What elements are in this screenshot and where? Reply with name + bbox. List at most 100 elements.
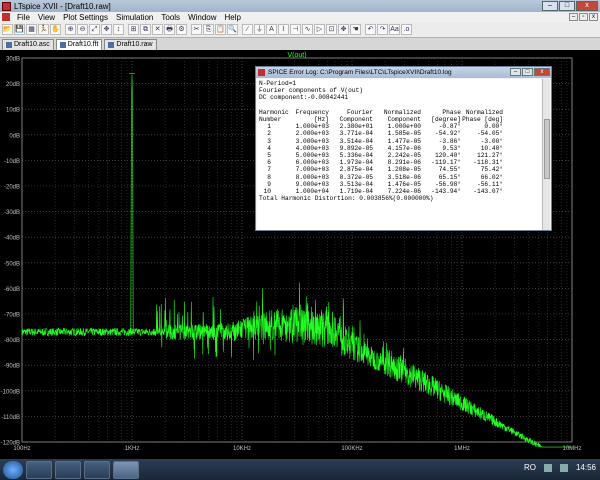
run-icon[interactable]: 🏃: [38, 24, 49, 35]
pan-icon[interactable]: ✥: [101, 24, 112, 35]
cascade-icon[interactable]: ⧉: [140, 24, 151, 35]
diode-icon[interactable]: ▷: [314, 24, 325, 35]
clock[interactable]: 14:56: [576, 463, 596, 472]
log-cell: 2.000e+03: [295, 130, 329, 138]
menu-tools[interactable]: Tools: [157, 13, 184, 22]
inductor-icon[interactable]: ∿: [302, 24, 313, 35]
spice-error-log-window[interactable]: SPICE Error Log: C:\Program Files\LTC\LT…: [255, 66, 552, 231]
log-harmonic-row: 7 7.000e+03 2.875e-04 1.208e-05 74.55° 75.42°: [259, 166, 541, 173]
text-icon[interactable]: Aa: [389, 24, 400, 35]
log-cell: 3.000e+03: [295, 137, 329, 145]
control-panel-icon[interactable]: ▦: [26, 24, 37, 35]
save-icon[interactable]: 💾: [14, 24, 25, 35]
autorange-icon[interactable]: ↕: [113, 24, 124, 35]
close-button[interactable]: x: [576, 1, 598, 11]
zoom-fit-icon[interactable]: ⤢: [89, 24, 100, 35]
menu-plot-settings[interactable]: Plot Settings: [59, 13, 112, 22]
y-tick-label: -70dB: [4, 313, 20, 319]
menu-view[interactable]: View: [34, 13, 59, 22]
find-icon[interactable]: 🔍: [227, 24, 238, 35]
resistor-icon[interactable]: ⌇: [278, 24, 289, 35]
taskbar-media-button[interactable]: [84, 460, 110, 479]
log-cell: -54.92°: [435, 130, 461, 138]
system-tray: RO 14:56: [524, 463, 596, 472]
volume-icon[interactable]: [559, 463, 568, 472]
language-indicator[interactable]: RO: [524, 463, 536, 472]
log-cell: -3.86°: [438, 137, 461, 145]
mdi-close-button[interactable]: x: [589, 13, 598, 21]
start-button[interactable]: [3, 460, 23, 479]
log-cell: 65.15°: [438, 173, 461, 181]
drag-icon[interactable]: ☚: [350, 24, 361, 35]
label-icon[interactable]: A: [266, 24, 277, 35]
y-tick-label: 0dB: [9, 133, 20, 139]
taskbar-ltspice-button[interactable]: [113, 460, 139, 479]
ground-icon[interactable]: ⏚: [254, 24, 265, 35]
taskbar-ie-button[interactable]: [26, 460, 52, 479]
menu-help[interactable]: Help: [221, 13, 245, 22]
zoom-out-icon[interactable]: ⊖: [77, 24, 88, 35]
mdi-restore-button[interactable]: ▫: [579, 13, 588, 21]
paste-icon[interactable]: 📋: [215, 24, 226, 35]
log-harmonic-row: 9 9.000e+03 3.513e-04 1.476e-05 -56.98° -56.1…: [259, 181, 541, 188]
log-cell: 1.719e-04: [339, 188, 373, 196]
tab-draft10-raw[interactable]: Draft10.raw: [104, 39, 157, 50]
redo-icon[interactable]: ↷: [377, 24, 388, 35]
print-icon[interactable]: 🖶: [164, 24, 175, 35]
log-cell: 75.42°: [480, 166, 503, 174]
close-icon[interactable]: ✕: [152, 24, 163, 35]
log-cell: 4.157e-06: [387, 144, 421, 152]
log-harmonic-row: 8 8.000e+03 8.372e-05 3.518e-06 65.15° 66.02°: [259, 174, 541, 181]
y-tick-label: -100dB: [1, 389, 20, 395]
tab-draft10-fft[interactable]: Draft10.fft: [55, 39, 103, 50]
error-log-maximize-button[interactable]: □: [522, 68, 533, 76]
log-cell: 3.514e-04: [339, 137, 373, 145]
error-log-minimize-button[interactable]: –: [510, 68, 521, 76]
wire-icon[interactable]: ∕: [242, 24, 253, 35]
setup-icon[interactable]: ⚙: [176, 24, 187, 35]
log-cell: -56.11°: [477, 180, 503, 188]
component-icon[interactable]: ⊡: [326, 24, 337, 35]
log-cell: 9.892e-05: [339, 144, 373, 152]
zoom-in-icon[interactable]: ⊕: [65, 24, 76, 35]
waveform-icon: [59, 42, 66, 48]
undo-icon[interactable]: ↶: [365, 24, 376, 35]
document-icon[interactable]: [2, 13, 10, 21]
y-tick-label: -90dB: [4, 364, 20, 370]
open-icon[interactable]: 📂: [2, 24, 13, 35]
log-harmonic-row: 4 4.000e+03 9.892e-05 4.157e-06 9.53° 10.40°: [259, 145, 541, 152]
minimize-button[interactable]: –: [542, 1, 558, 11]
tab-draft10-asc[interactable]: Draft10.asc: [2, 39, 54, 50]
cut-icon[interactable]: ✂: [191, 24, 202, 35]
error-log-titlebar[interactable]: SPICE Error Log: C:\Program Files\LTC\LT…: [256, 67, 551, 78]
taskbar-explorer-button[interactable]: [55, 460, 81, 479]
menu-file[interactable]: File: [13, 13, 34, 22]
log-cell: Phase [deg]: [462, 116, 503, 124]
halt-icon[interactable]: ✋: [50, 24, 61, 35]
y-tick-label: 30dB: [6, 57, 20, 63]
menu-bar: File View Plot Settings Simulation Tools…: [0, 12, 600, 22]
error-log-close-button[interactable]: x: [534, 68, 550, 76]
tile-icon[interactable]: ⊞: [128, 24, 139, 35]
log-cell: Frequency: [295, 108, 329, 116]
log-cell: 3.518e-06: [387, 173, 421, 181]
spice-directive-icon[interactable]: .o: [401, 24, 412, 35]
capacitor-icon[interactable]: ⊣: [290, 24, 301, 35]
error-log-scrollbar[interactable]: [542, 79, 550, 230]
log-cell: -54.05°: [477, 130, 503, 138]
log-cell: 74.55°: [438, 166, 461, 174]
toolbar: 📂 💾 ▦ 🏃 ✋ ⊕ ⊖ ⤢ ✥ ↕ ⊞ ⧉ ✕ 🖶 ⚙ ✂ ⎘ 📋 🔍 ∕ ⏚ A ⌇ ⊣ ∿ ▷ ⊡ ✥ ☚ ↶ ↷ Aa .o: [0, 22, 600, 38]
mdi-minimize-button[interactable]: –: [569, 13, 578, 21]
move-icon[interactable]: ✥: [338, 24, 349, 35]
log-harmonic-row: 3 3.000e+03 3.514e-04 1.477e-05 -3.86° -3.00°: [259, 138, 541, 145]
scrollbar-thumb[interactable]: [544, 119, 550, 179]
trace-label: V(out): [287, 52, 306, 59]
taskbar: RO 14:56: [0, 459, 600, 480]
network-icon[interactable]: [543, 463, 552, 472]
menu-simulation[interactable]: Simulation: [112, 13, 157, 22]
menu-window[interactable]: Window: [184, 13, 220, 22]
y-tick-label: -10dB: [4, 159, 20, 165]
copy-icon[interactable]: ⎘: [203, 24, 214, 35]
maximize-button[interactable]: □: [559, 1, 575, 11]
error-log-text[interactable]: N-Period=1 Fourier components of V(out) DC…: [257, 79, 543, 230]
